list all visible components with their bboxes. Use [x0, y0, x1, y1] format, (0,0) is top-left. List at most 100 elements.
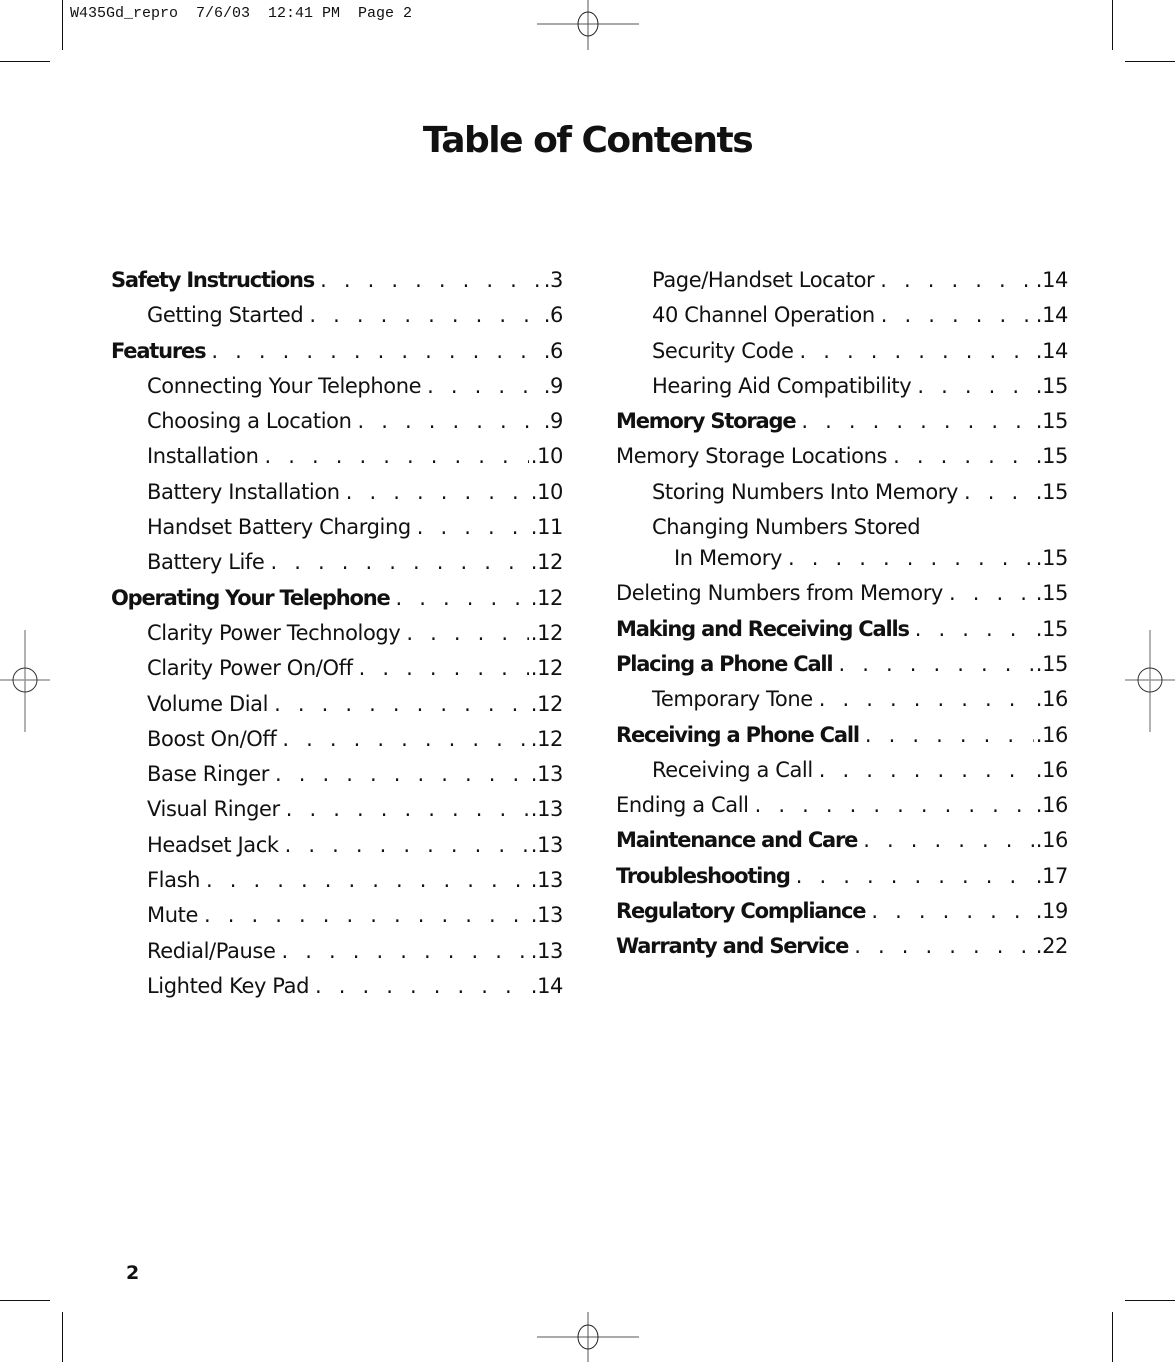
toc-entry[interactable]: Safety Instructions .3	[111, 268, 563, 303]
toc-entry[interactable]: Flash .13	[111, 868, 563, 903]
toc-entry[interactable]: Volume Dial .12	[111, 692, 563, 727]
toc-entry-label: Clarity Power On/Off	[147, 656, 353, 681]
toc-entry[interactable]: Ending a Call .16	[616, 793, 1068, 828]
toc-entry-label: Placing a Phone Call	[616, 651, 834, 676]
toc-entry-page: .19	[1035, 899, 1069, 924]
toc-entry[interactable]: Battery Installation .10	[111, 480, 563, 515]
toc-entry-page: .13	[530, 797, 564, 822]
crop-mark-bottom-left-h	[0, 1300, 50, 1301]
toc-entry-page: .12	[530, 550, 564, 575]
toc-entry-label: Getting Started	[147, 303, 304, 328]
toc-entry[interactable]: Warranty and Service .22	[616, 934, 1068, 969]
toc-entry[interactable]: Clarity Power On/Off .12	[111, 656, 563, 691]
toc-entry[interactable]: Battery Life .12	[111, 550, 563, 585]
toc-entry[interactable]: Changing Numbers Stored	[616, 515, 1068, 546]
toc-entry[interactable]: Lighted Key Pad .14	[111, 974, 563, 1009]
toc-entry-label: Deleting Numbers from Memory	[616, 581, 943, 606]
toc-entry[interactable]: Headset Jack .13	[111, 833, 563, 868]
toc-entry-page: .15	[1035, 546, 1069, 571]
toc-entry[interactable]: Memory Storage .15	[616, 409, 1068, 444]
crop-mark-top-right-v	[1112, 0, 1113, 50]
toc-entry[interactable]: Temporary Tone .16	[616, 687, 1068, 722]
toc-entry-label: Maintenance and Care	[616, 828, 858, 853]
dot-leader	[309, 303, 541, 327]
toc-entry[interactable]: Making and Receiving Calls .15	[616, 617, 1068, 652]
crop-mark-top-right-h	[1125, 61, 1175, 62]
toc-entry-label: Operating Your Telephone	[111, 585, 391, 610]
toc-entry-label: Storing Numbers Into Memory	[652, 479, 959, 504]
toc-entry-label: Battery Life	[147, 550, 265, 575]
dot-leader	[819, 758, 1034, 782]
dot-leader	[358, 409, 542, 433]
toc-entry[interactable]: Placing a Phone Call .15	[616, 652, 1068, 687]
toc-entry[interactable]: Memory Storage Locations .15	[616, 444, 1068, 479]
toc-entry[interactable]: Getting Started .6	[111, 303, 563, 338]
toc-entry[interactable]: Choosing a Location .9	[111, 409, 563, 444]
toc-entry-label: Visual Ringer	[147, 797, 280, 822]
toc-entry-label: 40 Channel Operation	[652, 303, 875, 328]
toc-entry[interactable]: Storing Numbers Into Memory .15	[616, 480, 1068, 515]
dot-leader	[949, 581, 1034, 605]
toc-entry-label: Page/Handset Locator	[652, 268, 875, 292]
crop-mark-top-left-h	[0, 61, 50, 62]
dot-leader	[274, 692, 529, 716]
toc-entry[interactable]: Installation .10	[111, 444, 563, 479]
page-number: 2	[126, 1262, 140, 1284]
toc-entry[interactable]: Handset Battery Charging .11	[111, 515, 563, 550]
toc-entry[interactable]: Receiving a Call .16	[616, 758, 1068, 793]
registration-mark-bottom-icon	[537, 1312, 639, 1362]
dot-leader	[270, 550, 528, 574]
dot-leader	[871, 899, 1033, 923]
toc-entry[interactable]: Boost On/Off .12	[111, 727, 563, 762]
toc-entry-page: .6	[543, 338, 564, 363]
toc-entry[interactable]: In Memory .15	[616, 546, 1068, 581]
registration-mark-top-icon	[537, 0, 639, 50]
toc-entry[interactable]: Page/Handset Locator .14	[616, 268, 1068, 303]
toc-entry[interactable]: Receiving a Phone Call .16	[616, 723, 1068, 758]
toc-entry-page: .13	[530, 868, 564, 893]
toc-entry-page: .13	[530, 903, 564, 928]
toc-entry[interactable]: Troubleshooting .17	[616, 864, 1068, 899]
toc-entry-page: .12	[530, 620, 564, 645]
toc-entry-label: Battery Installation	[147, 479, 340, 504]
toc-entry-page: .6	[543, 303, 564, 328]
dot-leader	[838, 652, 1033, 676]
dot-leader	[819, 687, 1034, 711]
toc-entry[interactable]: Maintenance and Care .16	[616, 828, 1068, 863]
dot-leader	[893, 444, 1034, 468]
toc-entry[interactable]: Visual Ringer .13	[111, 797, 563, 832]
dot-leader	[204, 903, 529, 927]
toc-entry[interactable]: Features .6	[111, 339, 563, 374]
toc-entry-label: Warranty and Service	[616, 934, 849, 959]
toc-entry-page: .14	[1035, 268, 1069, 292]
toc-entry[interactable]: Clarity Power Technology .12	[111, 621, 563, 656]
dot-leader	[917, 374, 1033, 398]
toc-entry-label: Safety Instructions	[111, 268, 315, 292]
dot-leader	[863, 828, 1034, 852]
toc-entry-label: Boost On/Off	[147, 726, 277, 751]
toc-entry[interactable]: Deleting Numbers from Memory .15	[616, 581, 1068, 616]
toc-entry-label: Security Code	[652, 338, 794, 363]
toc-entry-label: Ending a Call	[616, 793, 749, 818]
dot-leader	[915, 617, 1034, 641]
registration-mark-left-icon	[0, 630, 50, 732]
toc-entry[interactable]: Mute .13	[111, 903, 563, 938]
toc-entry[interactable]: Connecting Your Telephone .9	[111, 374, 563, 409]
toc-entry[interactable]: Base Ringer .13	[111, 762, 563, 797]
toc-entry-page: .10	[530, 444, 564, 469]
toc-entry[interactable]: Hearing Aid Compatibility .15	[616, 374, 1068, 409]
toc-entry[interactable]: 40 Channel Operation .14	[616, 303, 1068, 338]
print-slug: W435Gd_repro 7/6/03 12:41 PM Page 2	[70, 5, 413, 22]
toc-entry-label: Temporary Tone	[652, 687, 813, 712]
toc-entry-label: Headset Jack	[147, 832, 279, 857]
toc-entry[interactable]: Regulatory Compliance .19	[616, 899, 1068, 934]
toc-entry[interactable]: Redial/Pause .13	[111, 939, 563, 974]
toc-entry-page: .13	[530, 832, 564, 857]
toc-entry[interactable]: Operating Your Telephone .12	[111, 586, 563, 621]
toc-entry[interactable]: Security Code .14	[616, 339, 1068, 374]
toc-entry-label: Memory Storage Locations	[616, 444, 888, 469]
dot-leader	[346, 480, 529, 504]
toc-entry-label: Flash	[147, 868, 201, 893]
dot-leader	[427, 374, 542, 398]
dot-leader	[359, 656, 529, 680]
